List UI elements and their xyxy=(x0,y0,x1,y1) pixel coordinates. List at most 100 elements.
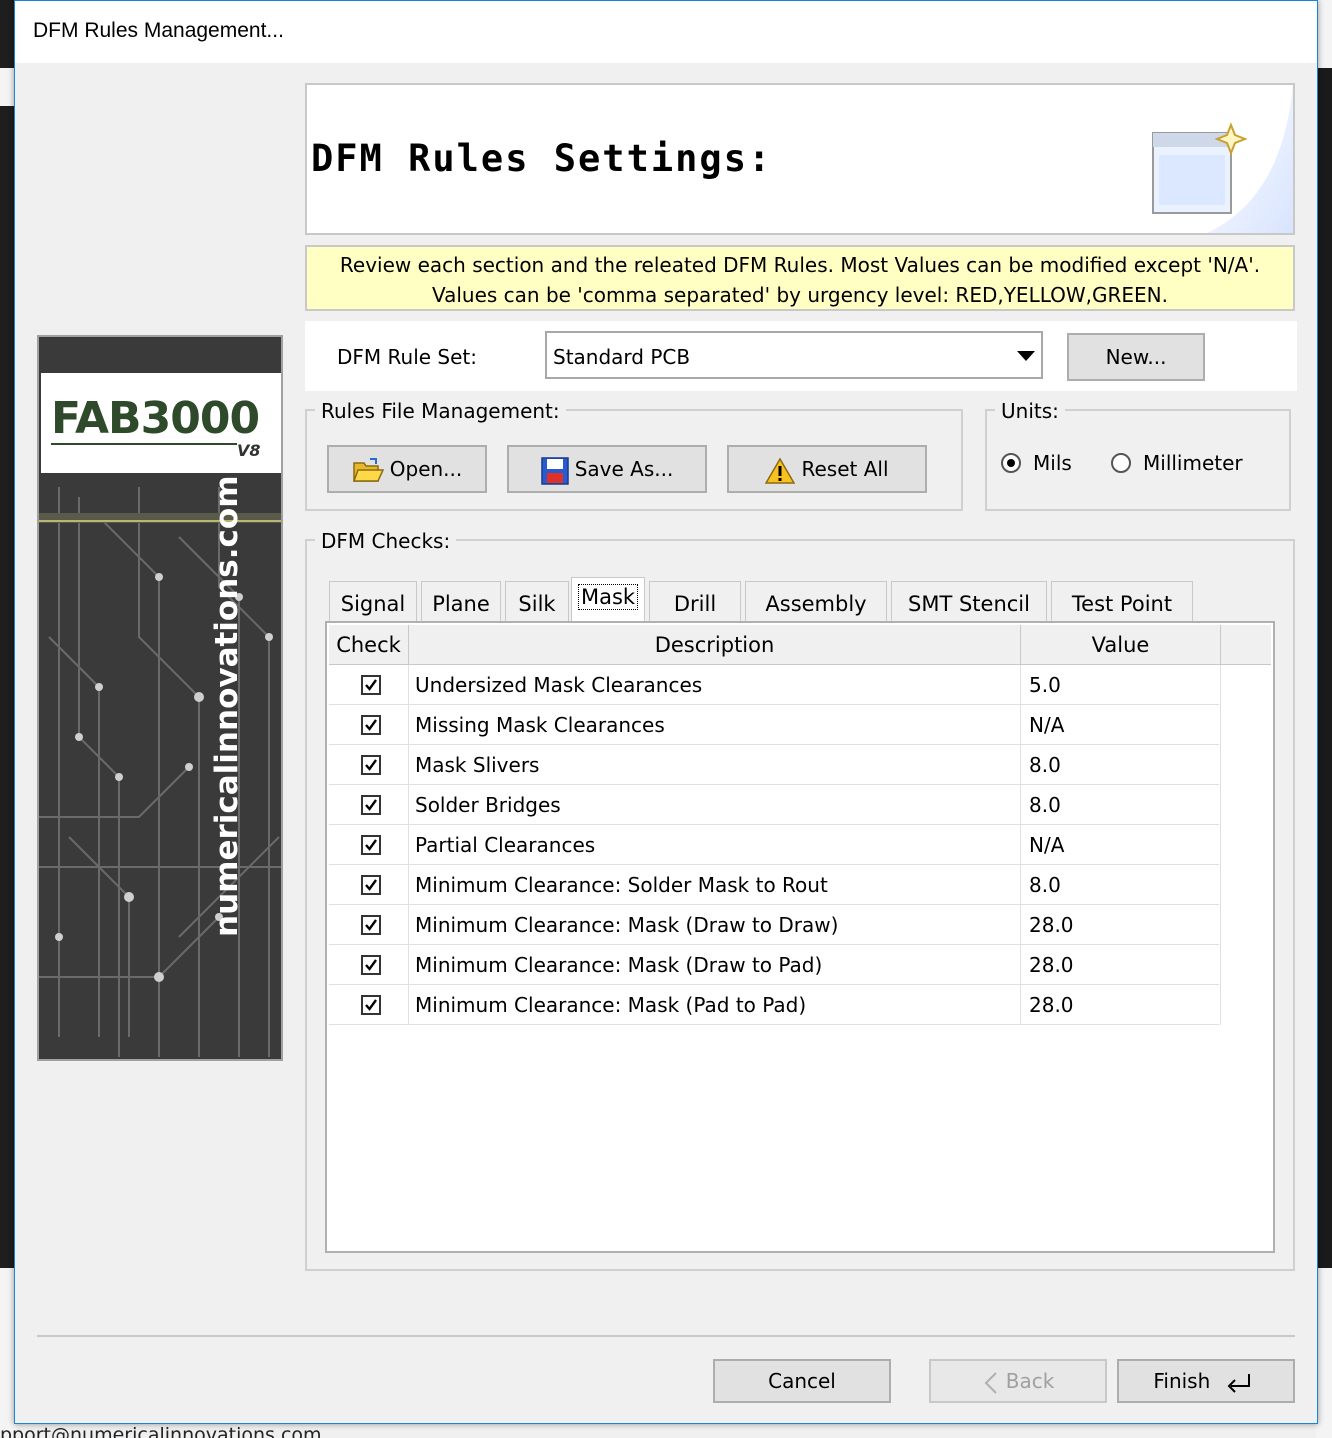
description-cell: Minimum Clearance: Mask (Pad to Pad) xyxy=(409,985,1021,1025)
row-checkbox[interactable] xyxy=(361,755,381,775)
millimeter-radio[interactable] xyxy=(1111,453,1131,473)
millimeter-label[interactable]: Millimeter xyxy=(1143,451,1243,475)
cancel-button[interactable]: Cancel xyxy=(713,1359,891,1403)
check-cell xyxy=(329,945,409,985)
header-panel: DFM Rules Settings: xyxy=(305,83,1295,235)
row-checkbox[interactable] xyxy=(361,915,381,935)
row-checkbox[interactable] xyxy=(361,875,381,895)
check-cell xyxy=(329,865,409,905)
enter-key-icon xyxy=(1227,1373,1250,1393)
ruleset-row: DFM Rule Set: Standard PCB New... xyxy=(305,321,1297,391)
finish-button[interactable]: Finish xyxy=(1117,1359,1295,1403)
table-row[interactable]: Minimum Clearance: Mask (Draw to Pad) 28.… xyxy=(329,945,1221,985)
description-cell: Missing Mask Clearances xyxy=(409,705,1021,745)
folder-open-icon xyxy=(352,457,384,482)
mils-label[interactable]: Mils xyxy=(1033,451,1072,475)
check-cell xyxy=(329,905,409,945)
table-row[interactable]: Undersized Mask Clearances 5.0 xyxy=(329,665,1221,705)
footer-separator xyxy=(37,1335,1295,1337)
checkmark-icon xyxy=(365,799,377,811)
value-cell[interactable]: 8.0 xyxy=(1021,785,1221,825)
tab-drill[interactable]: Drill xyxy=(649,581,741,623)
product-banner: FAB3000 V8 numericalinnovations.com xyxy=(37,335,283,1061)
table-row[interactable]: Minimum Clearance: Mask (Pad to Pad) 28.0 xyxy=(329,985,1221,1025)
page-title: DFM Rules Settings: xyxy=(311,137,773,180)
dropdown-arrow-icon[interactable] xyxy=(1017,351,1035,361)
reset-all-button[interactable]: Reset All xyxy=(727,445,927,493)
column-header-check[interactable]: Check xyxy=(329,625,409,665)
tab-silk[interactable]: Silk xyxy=(505,581,569,623)
table-row[interactable]: Partial Clearances N/A xyxy=(329,825,1221,865)
row-checkbox[interactable] xyxy=(361,675,381,695)
info-line-1: Review each section and the releated DFM… xyxy=(339,253,1261,277)
dialog-title: DFM Rules Management... xyxy=(33,19,284,42)
table-row[interactable]: Solder Bridges 8.0 xyxy=(329,785,1221,825)
description-cell: Solder Bridges xyxy=(409,785,1021,825)
tab-mask[interactable]: Mask xyxy=(571,577,645,623)
table-row[interactable]: Minimum Clearance: Mask (Draw to Draw) 28… xyxy=(329,905,1221,945)
new-ruleset-button[interactable]: New... xyxy=(1067,333,1205,381)
mils-radio[interactable] xyxy=(1001,453,1021,473)
column-header-value[interactable]: Value xyxy=(1021,625,1221,665)
tab-smt-stencil[interactable]: SMT Stencil xyxy=(891,581,1047,623)
checkmark-icon xyxy=(365,959,377,971)
value-cell[interactable]: 8.0 xyxy=(1021,865,1221,905)
checks-table: Check Description Value Undersized Mask … xyxy=(325,621,1275,1253)
column-header-spacer xyxy=(1221,625,1271,665)
value-cell[interactable]: 28.0 xyxy=(1021,985,1221,1025)
check-cell xyxy=(329,705,409,745)
rules-file-management-label: Rules File Management: xyxy=(315,399,566,423)
description-cell: Mask Slivers xyxy=(409,745,1021,785)
table-row[interactable]: Missing Mask Clearances N/A xyxy=(329,705,1221,745)
check-cell xyxy=(329,785,409,825)
table-row[interactable]: Mask Slivers 8.0 xyxy=(329,745,1221,785)
row-checkbox[interactable] xyxy=(361,995,381,1015)
value-cell[interactable]: N/A xyxy=(1021,825,1221,865)
back-button[interactable]: Back xyxy=(929,1359,1107,1403)
dfm-checks-label: DFM Checks: xyxy=(315,529,457,553)
checkmark-icon xyxy=(365,879,377,891)
table-header: Check Description Value xyxy=(329,625,1271,665)
value-cell[interactable]: 28.0 xyxy=(1021,945,1221,985)
tab-test-point[interactable]: Test Point xyxy=(1051,581,1193,623)
units-label: Units: xyxy=(995,399,1065,423)
floppy-disk-icon xyxy=(540,456,569,485)
table-row[interactable]: Minimum Clearance: Solder Mask to Rout 8.… xyxy=(329,865,1221,905)
value-cell[interactable]: 28.0 xyxy=(1021,905,1221,945)
title-bar[interactable]: DFM Rules Management... xyxy=(15,1,1317,63)
row-checkbox[interactable] xyxy=(361,795,381,815)
open-button[interactable]: Open... xyxy=(327,445,487,493)
description-cell: Partial Clearances xyxy=(409,825,1021,865)
info-banner: Review each section and the releated DFM… xyxy=(305,245,1295,311)
checkmark-icon xyxy=(365,919,377,931)
wizard-window-icon xyxy=(1152,85,1293,233)
checkmark-icon xyxy=(365,759,377,771)
row-checkbox[interactable] xyxy=(361,835,381,855)
ruleset-dropdown[interactable]: Standard PCB xyxy=(545,331,1043,379)
dfm-checks-group: DFM Checks: Signal Plane Silk Mask Drill… xyxy=(305,529,1295,1271)
value-cell[interactable]: 5.0 xyxy=(1021,665,1221,705)
description-cell: Minimum Clearance: Mask (Draw to Draw) xyxy=(409,905,1021,945)
tab-plane[interactable]: Plane xyxy=(421,581,501,623)
checkmark-icon xyxy=(365,679,377,691)
warning-icon xyxy=(765,457,796,484)
value-cell[interactable]: 8.0 xyxy=(1021,745,1221,785)
check-cell xyxy=(329,985,409,1025)
background-window-right xyxy=(1316,0,1332,1438)
website-vertical-text: numericalinnovations.com xyxy=(209,475,245,937)
description-cell: Undersized Mask Clearances xyxy=(409,665,1021,705)
dfm-rules-dialog: DFM Rules Management... FAB3000 V8 numer… xyxy=(14,0,1318,1424)
ruleset-label: DFM Rule Set: xyxy=(337,345,477,369)
value-cell[interactable]: N/A xyxy=(1021,705,1221,745)
ruleset-selected-value: Standard PCB xyxy=(553,345,691,369)
save-as-button[interactable]: Save As... xyxy=(507,445,707,493)
checkmark-icon xyxy=(365,839,377,851)
check-cell xyxy=(329,665,409,705)
row-checkbox[interactable] xyxy=(361,715,381,735)
checkmark-icon xyxy=(365,999,377,1011)
description-cell: Minimum Clearance: Solder Mask to Rout xyxy=(409,865,1021,905)
column-header-description[interactable]: Description xyxy=(409,625,1021,665)
row-checkbox[interactable] xyxy=(361,955,381,975)
tab-signal[interactable]: Signal xyxy=(329,581,417,623)
tab-assembly[interactable]: Assembly xyxy=(745,581,887,623)
